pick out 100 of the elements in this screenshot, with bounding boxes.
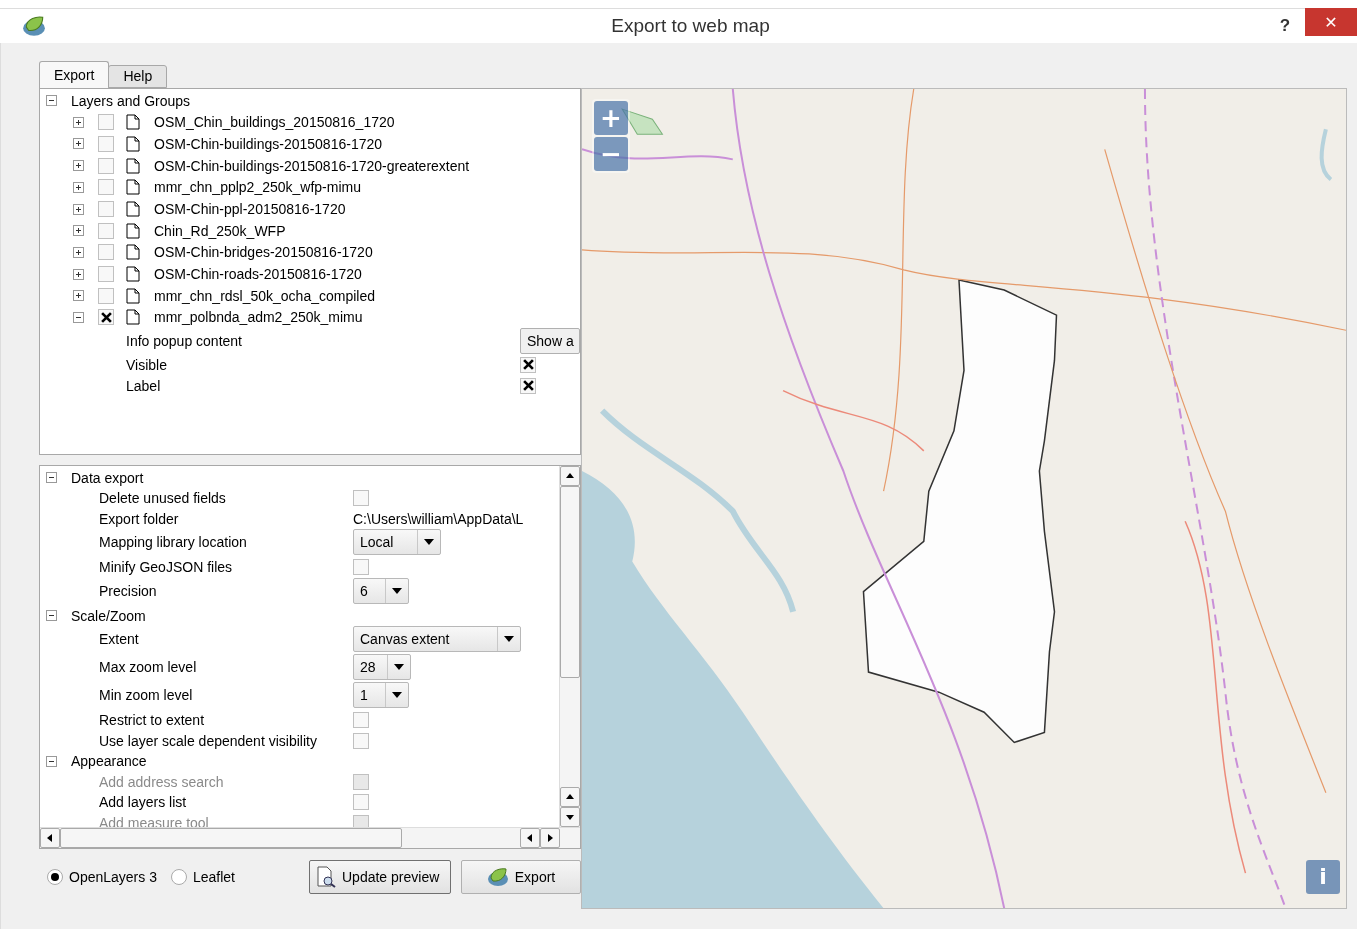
- layer-name[interactable]: OSM-Chin-roads-20150816-1720: [154, 266, 362, 283]
- checkbox[interactable]: [98, 179, 114, 196]
- expand-icon[interactable]: [73, 246, 84, 258]
- checkbox[interactable]: [353, 559, 369, 576]
- radio-option[interactable]: OpenLayers 3: [47, 868, 157, 885]
- show-button[interactable]: Show a: [520, 328, 580, 355]
- leaf-logo-icon: [486, 865, 509, 888]
- dropdown[interactable]: Canvas extent: [353, 626, 521, 653]
- checkbox[interactable]: [98, 114, 114, 131]
- checkbox[interactable]: [98, 287, 114, 304]
- update-preview-button[interactable]: Update preview: [309, 859, 451, 894]
- dropdown[interactable]: 28: [353, 654, 411, 681]
- setting-label: Mapping library location: [99, 534, 247, 551]
- setting-label: Max zoom level: [99, 659, 197, 676]
- file-icon: [126, 135, 140, 152]
- layer-property-label: Label: [126, 377, 161, 394]
- radio-button[interactable]: [47, 868, 63, 885]
- checkbox[interactable]: [353, 712, 369, 729]
- setting-label: Minify GeoJSON files: [99, 559, 233, 576]
- file-icon: [126, 222, 140, 239]
- checkbox[interactable]: [98, 135, 114, 152]
- settings-group-label[interactable]: Appearance: [71, 753, 147, 770]
- layer-name[interactable]: OSM-Chin-buildings-20150816-1720: [154, 135, 383, 152]
- collapse-icon[interactable]: [73, 311, 84, 323]
- scroll-right-button[interactable]: [540, 827, 560, 848]
- arrow-up-icon: [566, 471, 574, 480]
- expand-icon[interactable]: [73, 160, 84, 172]
- checkbox[interactable]: [353, 794, 369, 811]
- layer-name[interactable]: OSM-Chin-buildings-20150816-1720-greaterextent: [154, 157, 470, 174]
- setting-label: Use layer scale dependent visibility: [99, 732, 317, 749]
- arrow-left-icon: [526, 833, 534, 842]
- checkbox[interactable]: [520, 356, 536, 373]
- radio-button[interactable]: [170, 868, 187, 885]
- close-button[interactable]: ✕: [1305, 8, 1357, 36]
- caret-icon: [392, 692, 402, 699]
- arrow-left-icon: [46, 833, 54, 842]
- layer-name[interactable]: mmr_polbnda_adm2_250k_mimu: [154, 309, 363, 326]
- scrollbar-thumb[interactable]: [60, 827, 402, 848]
- collapse-icon[interactable]: [46, 610, 57, 622]
- layer-name[interactable]: OSM_Chin_buildings_20150816_1720: [154, 114, 395, 131]
- expand-icon[interactable]: [73, 116, 84, 128]
- dropdown[interactable]: Local: [353, 529, 441, 556]
- folder-path[interactable]: C:\Users\william\AppData\L: [353, 510, 524, 527]
- scrollbar-thumb[interactable]: [560, 485, 580, 678]
- checkbox[interactable]: [520, 377, 536, 394]
- caret-icon: [392, 587, 402, 594]
- checkbox[interactable]: [98, 157, 114, 174]
- settings-group-label[interactable]: Data export: [71, 469, 144, 486]
- x-mark-icon: [522, 359, 534, 371]
- dropdown[interactable]: 1: [353, 682, 409, 709]
- checkbox[interactable]: [353, 490, 369, 507]
- expand-icon[interactable]: [73, 290, 84, 302]
- dropdown[interactable]: 6: [353, 577, 409, 604]
- checkbox[interactable]: [98, 309, 114, 326]
- collapse-icon[interactable]: [46, 755, 57, 767]
- layer-property-label: Visible: [126, 356, 167, 373]
- collapse-icon[interactable]: [46, 95, 57, 107]
- export-button[interactable]: Export: [461, 859, 581, 894]
- scroll-down-button[interactable]: [560, 806, 580, 827]
- tree-group-label[interactable]: Layers and Groups: [71, 92, 191, 109]
- file-icon: [126, 201, 140, 217]
- scroll-up-button[interactable]: [560, 465, 580, 486]
- scroll-left-button[interactable]: [40, 827, 60, 848]
- checkbox[interactable]: [98, 201, 114, 217]
- setting-label: Min zoom level: [99, 687, 193, 704]
- checkbox[interactable]: [353, 732, 369, 749]
- settings-group-label[interactable]: Scale/Zoom: [71, 607, 146, 624]
- expand-icon[interactable]: [73, 138, 84, 150]
- x-mark-icon: [100, 311, 112, 323]
- layer-name[interactable]: Chin_Rd_250k_WFP: [154, 222, 286, 239]
- checkbox[interactable]: [98, 266, 114, 283]
- page-magnifier-icon: [316, 865, 336, 888]
- setting-label: Export folder: [99, 510, 179, 527]
- scroll-left-button[interactable]: [520, 827, 540, 848]
- setting-label: Precision: [99, 582, 157, 599]
- arrow-right-icon: [546, 833, 554, 842]
- expand-icon[interactable]: [73, 203, 84, 215]
- tab[interactable]: Help: [108, 64, 168, 88]
- app-logo-icon: [22, 13, 46, 38]
- checkbox[interactable]: [98, 222, 114, 239]
- layer-name[interactable]: OSM-Chin-bridges-20150816-1720: [154, 244, 373, 261]
- expand-icon[interactable]: [73, 181, 84, 193]
- layer-name[interactable]: mmr_chn_rdsl_50k_ocha_compiled: [154, 287, 375, 304]
- help-button[interactable]: ?: [1265, 11, 1305, 40]
- layer-name[interactable]: OSM-Chin-ppl-20150816-1720: [154, 201, 346, 217]
- setting-label: Add layers list: [99, 794, 187, 811]
- collapse-icon[interactable]: [46, 472, 57, 484]
- expand-icon[interactable]: [73, 268, 84, 280]
- checkbox[interactable]: [98, 244, 114, 261]
- tab[interactable]: Export: [39, 60, 110, 88]
- expand-icon[interactable]: [73, 225, 84, 237]
- radio-option[interactable]: Leaflet: [170, 868, 235, 885]
- scroll-up-button[interactable]: [560, 786, 580, 807]
- arrow-down-icon: [566, 812, 574, 821]
- layer-name[interactable]: mmr_chn_pplp2_250k_wfp-mimu: [154, 179, 361, 196]
- arrow-up-icon: [566, 792, 574, 801]
- radio-dot-icon: [51, 872, 59, 881]
- file-icon: [126, 157, 140, 174]
- file-icon: [126, 287, 140, 304]
- x-mark-icon: [522, 380, 534, 392]
